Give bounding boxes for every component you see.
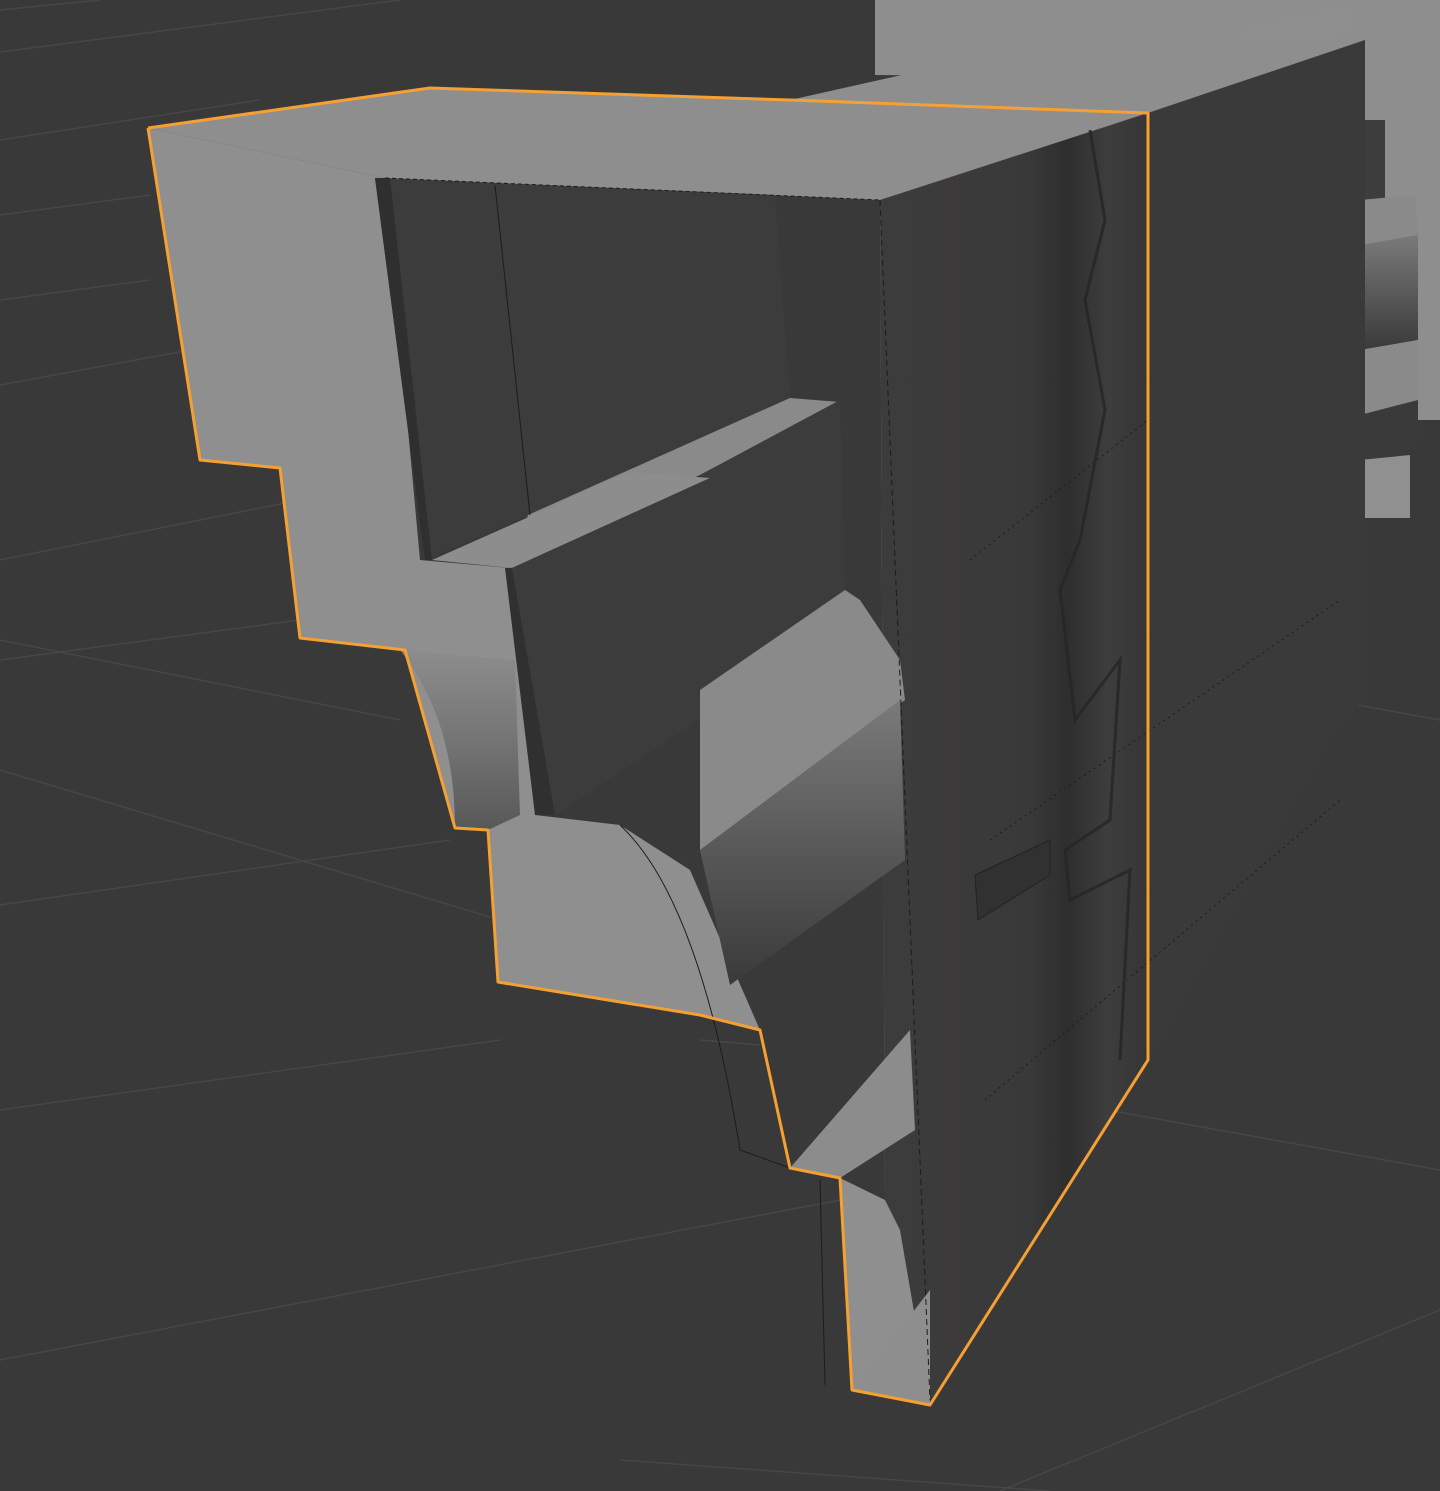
front-face (880, 113, 1148, 1405)
back-face (1148, 40, 1365, 1060)
viewport-canvas[interactable] (0, 0, 1440, 1491)
3d-viewport[interactable] (0, 0, 1440, 1491)
cornice-molding[interactable] (146, 33, 1365, 1407)
